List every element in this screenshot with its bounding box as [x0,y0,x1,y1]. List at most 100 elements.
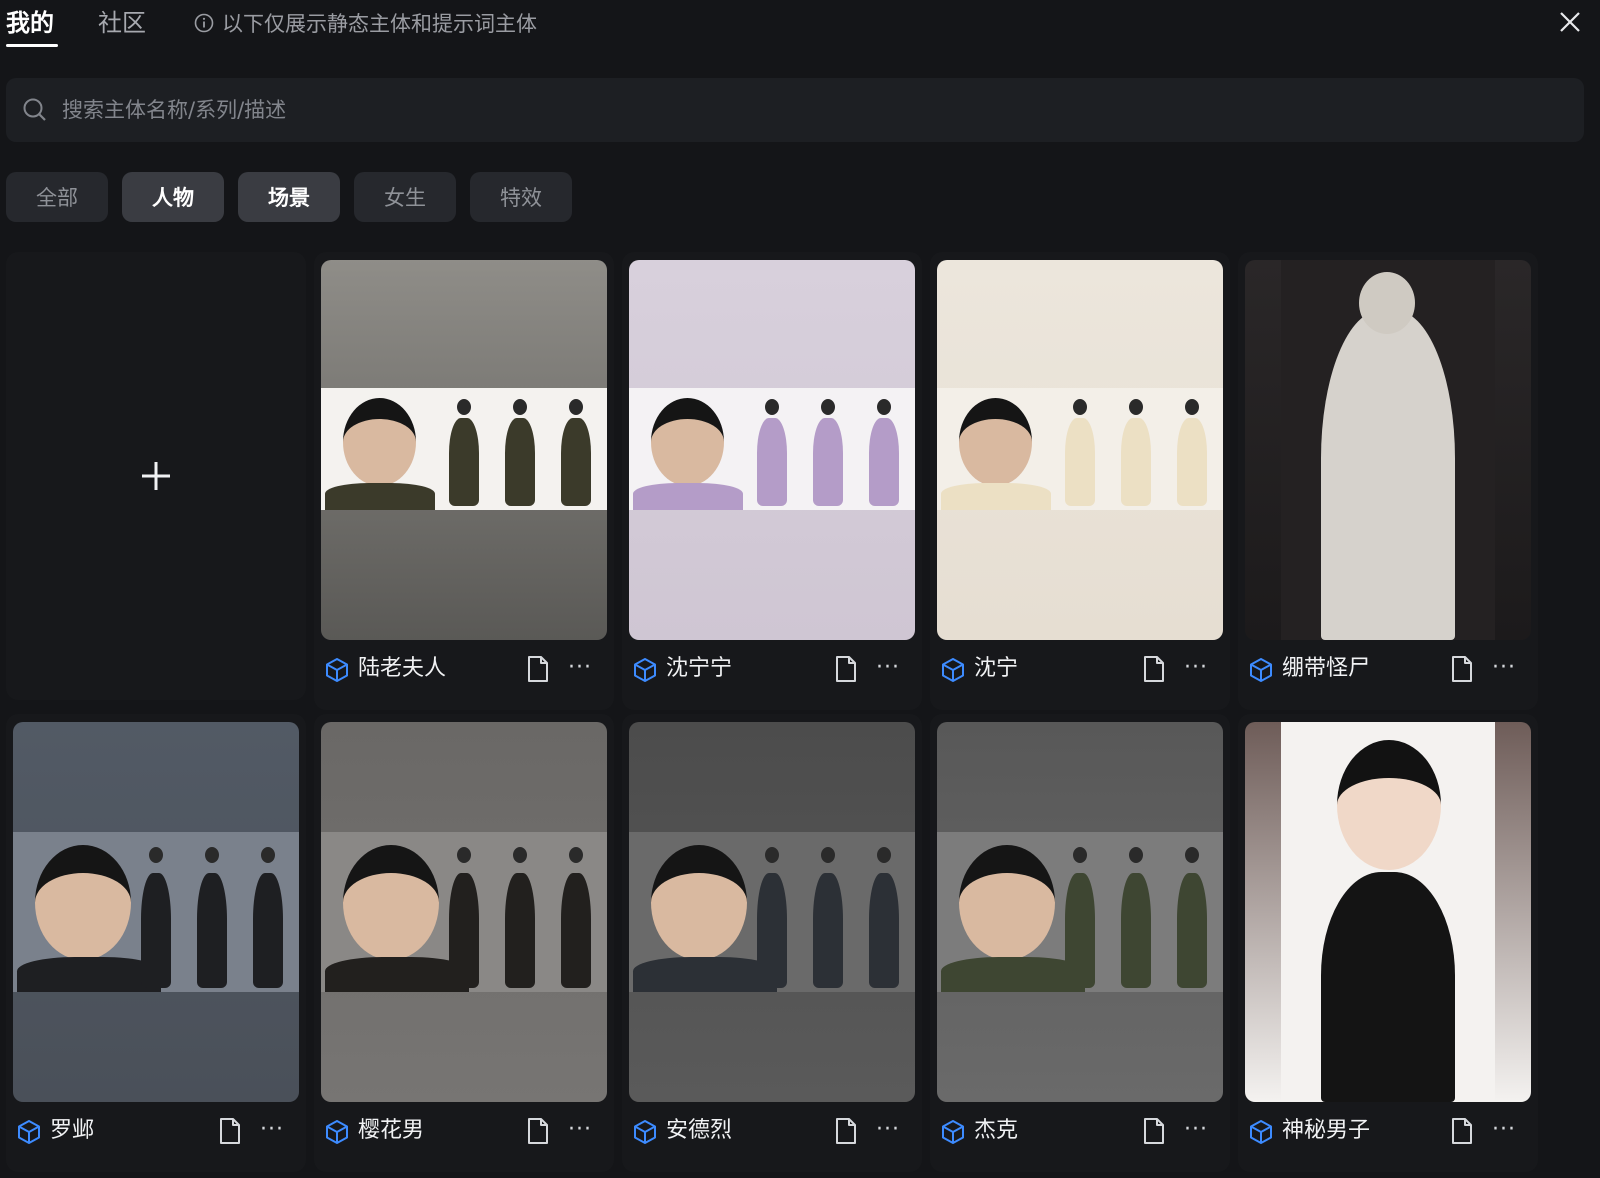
plus-icon [142,462,170,490]
turnaround-sheet [937,832,1223,992]
portrait-image [959,844,1055,960]
filter-effects[interactable]: 特效 [470,172,572,222]
body-figure [869,847,899,988]
tab-community[interactable]: 社区 [98,6,146,40]
subject-thumbnail[interactable] [937,722,1223,1102]
figure-head [1129,847,1143,864]
subject-name: 神秘男子 [1282,1118,1371,1143]
filter-female[interactable]: 女生 [354,172,456,222]
more-options-button[interactable]: ··· [876,1115,900,1145]
more-options-button[interactable]: ··· [1492,653,1516,683]
body-figure [1177,847,1207,988]
portrait-image [959,397,1033,486]
cube-icon [326,658,348,682]
more-options-button[interactable]: ··· [568,1115,592,1145]
body-figure [505,398,535,506]
body-figure [1121,398,1151,506]
more-options-button[interactable]: ··· [1492,1115,1516,1145]
close-button[interactable] [1554,6,1586,38]
subject-thumbnail[interactable] [1245,722,1531,1102]
figure-head [877,398,891,415]
turnaround-sheet [629,388,915,510]
body-figure [141,847,171,988]
card-footer: 神秘男子 ··· [1238,1106,1538,1156]
document-icon[interactable] [526,1117,550,1145]
turnaround-sheet [321,388,607,510]
subject-name: 沈宁宁 [666,656,733,681]
card-footer: 沈宁 ··· [930,644,1230,694]
more-options-button[interactable]: ··· [568,653,592,683]
character-art [1281,260,1495,640]
subject-thumbnail[interactable] [321,260,607,640]
body-figure [197,847,227,988]
document-icon[interactable] [1450,655,1474,683]
subject-card[interactable]: 神秘男子 ··· [1238,714,1538,1172]
document-icon[interactable] [834,1117,858,1145]
more-options-button[interactable]: ··· [1184,1115,1208,1145]
document-icon[interactable] [1450,1117,1474,1145]
document-icon[interactable] [1142,1117,1166,1145]
body-figure [813,847,843,988]
cube-icon [326,1120,348,1144]
subject-card[interactable]: 沈宁宁 ··· [622,252,922,710]
subject-card[interactable]: 绷带怪尸 ··· [1238,252,1538,710]
subject-name: 绷带怪尸 [1282,656,1371,681]
body-figure [1065,847,1095,988]
document-icon[interactable] [526,655,550,683]
portrait-shoulders [633,483,743,510]
figure-head [513,398,527,415]
filter-scene[interactable]: 场景 [238,172,340,222]
subject-thumbnail[interactable] [321,722,607,1102]
add-subject-card[interactable] [6,252,306,700]
cube-icon [942,658,964,682]
tab-mine[interactable]: 我的 [6,6,54,40]
search-input[interactable] [62,98,1462,122]
figure-head [1073,847,1087,864]
figure-head [765,847,779,864]
subject-card[interactable]: 杰克 ··· [930,714,1230,1172]
body-figure [449,398,479,506]
character-art [1281,722,1495,1102]
body-figure [1065,398,1095,506]
body-figure [449,847,479,988]
filter-all[interactable]: 全部 [6,172,108,222]
document-icon[interactable] [1142,655,1166,683]
subject-card[interactable]: 罗邺 ··· [6,714,306,1172]
filter-character[interactable]: 人物 [122,172,224,222]
figure-head [261,847,275,864]
more-options-button[interactable]: ··· [1184,653,1208,683]
subject-card[interactable]: 安德烈 ··· [622,714,922,1172]
card-footer: 沈宁宁 ··· [622,644,922,694]
portrait-image [651,844,747,960]
cube-icon [1250,658,1272,682]
body-figure [561,398,591,506]
portrait-image [651,397,725,486]
subject-thumbnail[interactable] [937,260,1223,640]
notice-text: 以下仅展示静态主体和提示词主体 [222,12,537,36]
subject-thumbnail[interactable] [629,722,915,1102]
subject-card[interactable]: 沈宁 ··· [930,252,1230,710]
search-icon [23,98,46,121]
card-footer: 杰克 ··· [930,1106,1230,1156]
more-options-button[interactable]: ··· [876,653,900,683]
subject-thumbnail[interactable] [13,722,299,1102]
body-figure [561,847,591,988]
portrait-shoulders [941,483,1051,510]
subject-name: 杰克 [974,1118,1019,1143]
subject-card[interactable]: 陆老夫人 ··· [314,252,614,710]
document-icon[interactable] [834,655,858,683]
figure-head [1185,847,1199,864]
figure-head [205,847,219,864]
subject-thumbnail[interactable] [1245,260,1531,640]
subject-thumbnail[interactable] [629,260,915,640]
subject-name: 罗邺 [50,1118,95,1143]
search-bar[interactable] [6,78,1584,142]
portrait-shoulders [325,483,435,510]
subject-card[interactable]: 樱花男 ··· [314,714,614,1172]
active-tab-indicator [6,44,58,47]
more-options-button[interactable]: ··· [260,1115,284,1145]
document-icon[interactable] [218,1117,242,1145]
figure-head [1185,398,1199,415]
figure-head [457,847,471,864]
cube-icon [634,1120,656,1144]
